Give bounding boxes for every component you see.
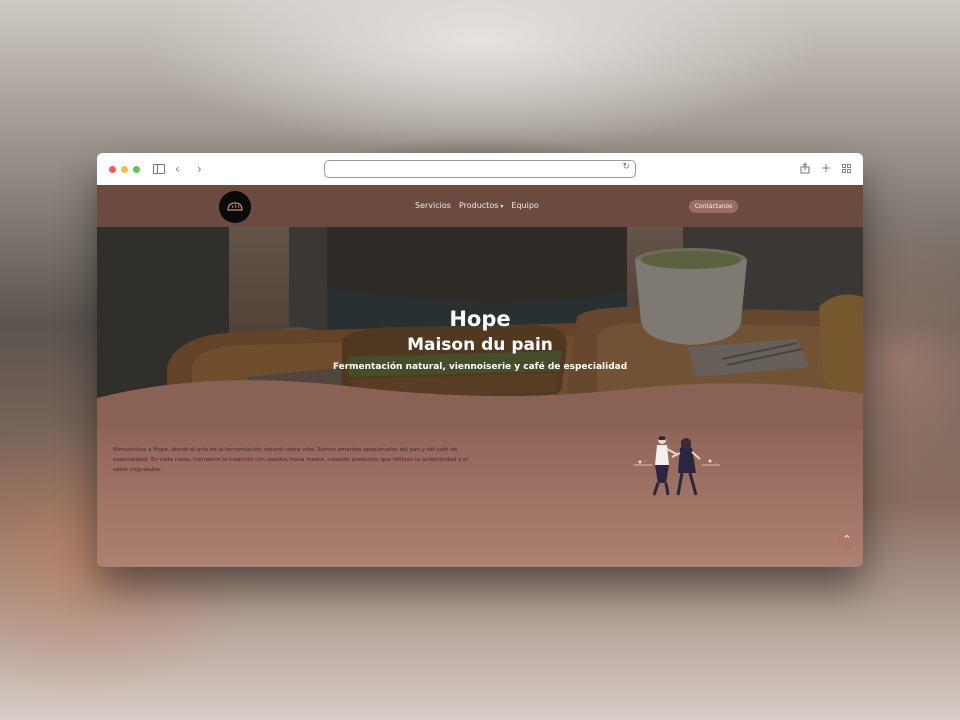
hero-title: Hope [449,307,511,331]
zoom-window-button[interactable] [133,166,140,173]
dropdown-caret-icon: ▾ [500,203,504,210]
site-navbar: Servicios Productos ▾ Equipo Contáctanos [97,185,863,227]
address-bar[interactable]: ↻ [324,160,636,178]
website: Servicios Productos▾ Equipo Contáctanos [97,185,863,567]
bread-icon [227,202,243,211]
forward-icon[interactable]: › [197,161,202,177]
browser-window: ‹ › ↻ + Servicios Productos ▾ Equipo Con… [97,153,863,567]
dancing-couple-illustration [634,436,720,496]
section-wave [97,380,863,430]
contact-button[interactable]: Contáctanos [689,200,738,213]
intro-paragraph: Bienvenidos a Hope, donde el arte de la … [113,447,468,473]
nav-link-equipo[interactable]: Equipo [511,201,538,210]
nav-link-productos[interactable]: Productos ▾ [459,201,503,210]
close-window-button[interactable] [109,166,116,173]
minimize-window-button[interactable] [121,166,128,173]
browser-toolbar: ‹ › ↻ + [97,153,863,185]
reload-icon[interactable]: ↻ [622,162,630,172]
new-tab-icon[interactable]: + [821,160,831,176]
hero-subtitle: Maison du pain [407,335,553,355]
bakery-logo[interactable] [219,191,251,223]
share-icon[interactable] [800,163,810,174]
nav-links: Servicios Productos ▾ Equipo [415,201,539,210]
nav-link-servicios[interactable]: Servicios [415,201,451,210]
scroll-to-top-button[interactable]: ⌃ [838,531,856,549]
chevron-up-icon: ⌃ [842,533,852,546]
sidebar-toggle-icon[interactable] [153,164,165,174]
nav-link-productos-label: Productos [458,201,499,210]
tab-overview-icon[interactable] [842,164,851,173]
back-icon[interactable]: ‹ [175,161,180,177]
